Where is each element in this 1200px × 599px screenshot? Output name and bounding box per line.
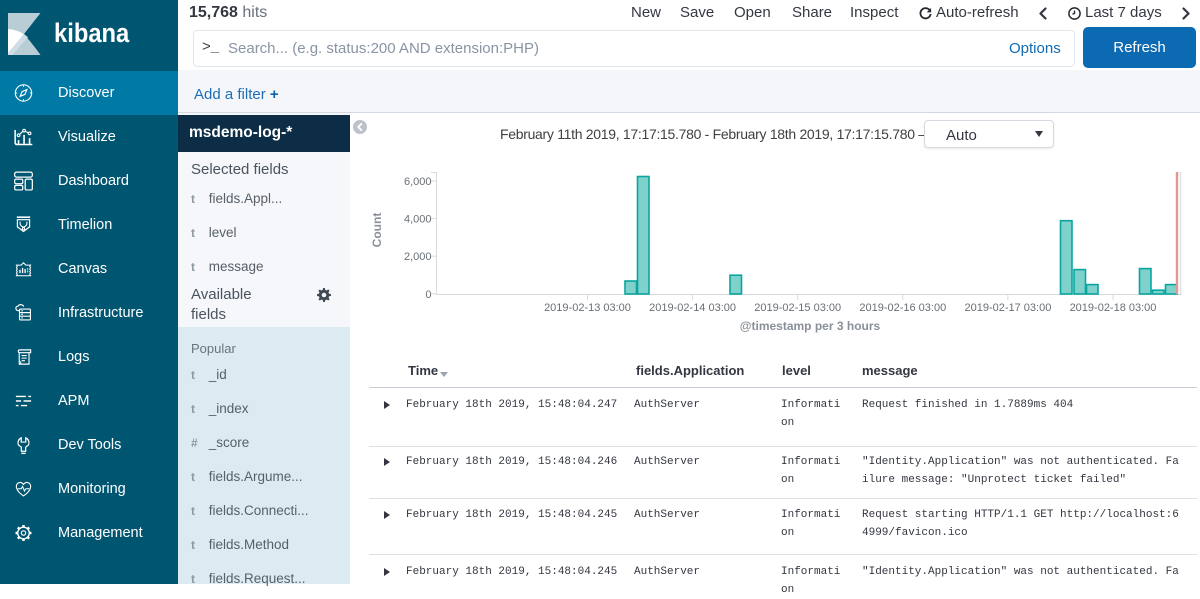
svg-text:0: 0 — [425, 289, 431, 301]
svg-text:@timestamp per 3 hours: @timestamp per 3 hours — [740, 319, 881, 333]
svg-text:2019-02-13 03:00: 2019-02-13 03:00 — [544, 302, 631, 314]
svg-text:2019-02-17 03:00: 2019-02-17 03:00 — [964, 302, 1051, 314]
svg-text:2019-02-15 03:00: 2019-02-15 03:00 — [754, 302, 841, 314]
svg-text:Count: Count — [370, 213, 384, 248]
svg-text:2019-02-14 03:00: 2019-02-14 03:00 — [649, 302, 736, 314]
svg-text:2,000: 2,000 — [404, 251, 432, 263]
svg-text:6,000: 6,000 — [404, 176, 432, 188]
svg-text:2019-02-16 03:00: 2019-02-16 03:00 — [859, 302, 946, 314]
svg-text:2019-02-18 03:00: 2019-02-18 03:00 — [1070, 302, 1157, 314]
svg-text:4,000: 4,000 — [404, 214, 432, 226]
